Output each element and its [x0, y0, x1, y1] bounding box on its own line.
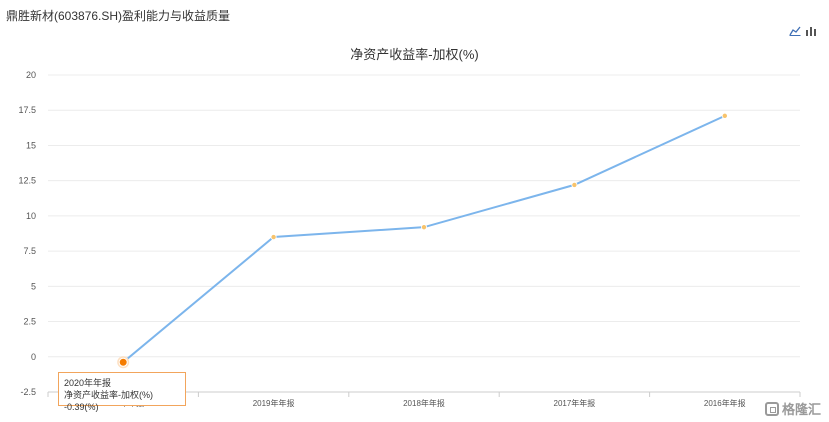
watermark: 格隆汇	[764, 399, 821, 418]
tooltip-title: 2020年年报	[64, 378, 112, 388]
y-tick-label: 2.5	[23, 317, 36, 327]
data-point	[721, 112, 728, 119]
y-tick-label: 20	[26, 70, 36, 80]
y-tick-label: -2.5	[20, 387, 36, 397]
x-tick-label: 2019年年报	[253, 398, 295, 408]
data-point	[420, 224, 427, 231]
y-tick-label: 7.5	[23, 246, 36, 256]
y-tick-label: 17.5	[18, 105, 36, 115]
data-point	[270, 234, 277, 241]
y-tick-label: 10	[26, 211, 36, 221]
y-tick-label: 15	[26, 140, 36, 150]
y-tick-label: 5	[31, 281, 36, 291]
tooltip-row: 净资产收益率-加权(%) -0.39(%)	[64, 389, 180, 413]
data-point	[571, 181, 578, 188]
gelonghui-logo-icon	[764, 401, 779, 416]
tooltip-series-label: 净资产收益率-加权(%)	[64, 390, 153, 400]
roe-line-chart: 20 17.5 15 12.5 10 7.5 5 2.5 0 -2.5 2020年年报 2019年年报…	[18, 70, 801, 408]
x-tick-label: 2016年年报	[704, 398, 746, 408]
y-tick-label: 0	[31, 352, 36, 362]
watermark-text: 格隆汇	[781, 402, 821, 417]
tooltip-value: -0.39(%)	[64, 402, 99, 412]
data-point-highlighted	[118, 357, 128, 367]
x-tick-label: 2017年年报	[554, 398, 596, 408]
y-tick-label: 12.5	[18, 176, 36, 186]
data-tooltip: 2020年年报 净资产收益率-加权(%) -0.39(%)	[58, 372, 186, 412]
x-tick-label: 2018年年报	[403, 398, 445, 408]
series-line	[122, 114, 726, 364]
